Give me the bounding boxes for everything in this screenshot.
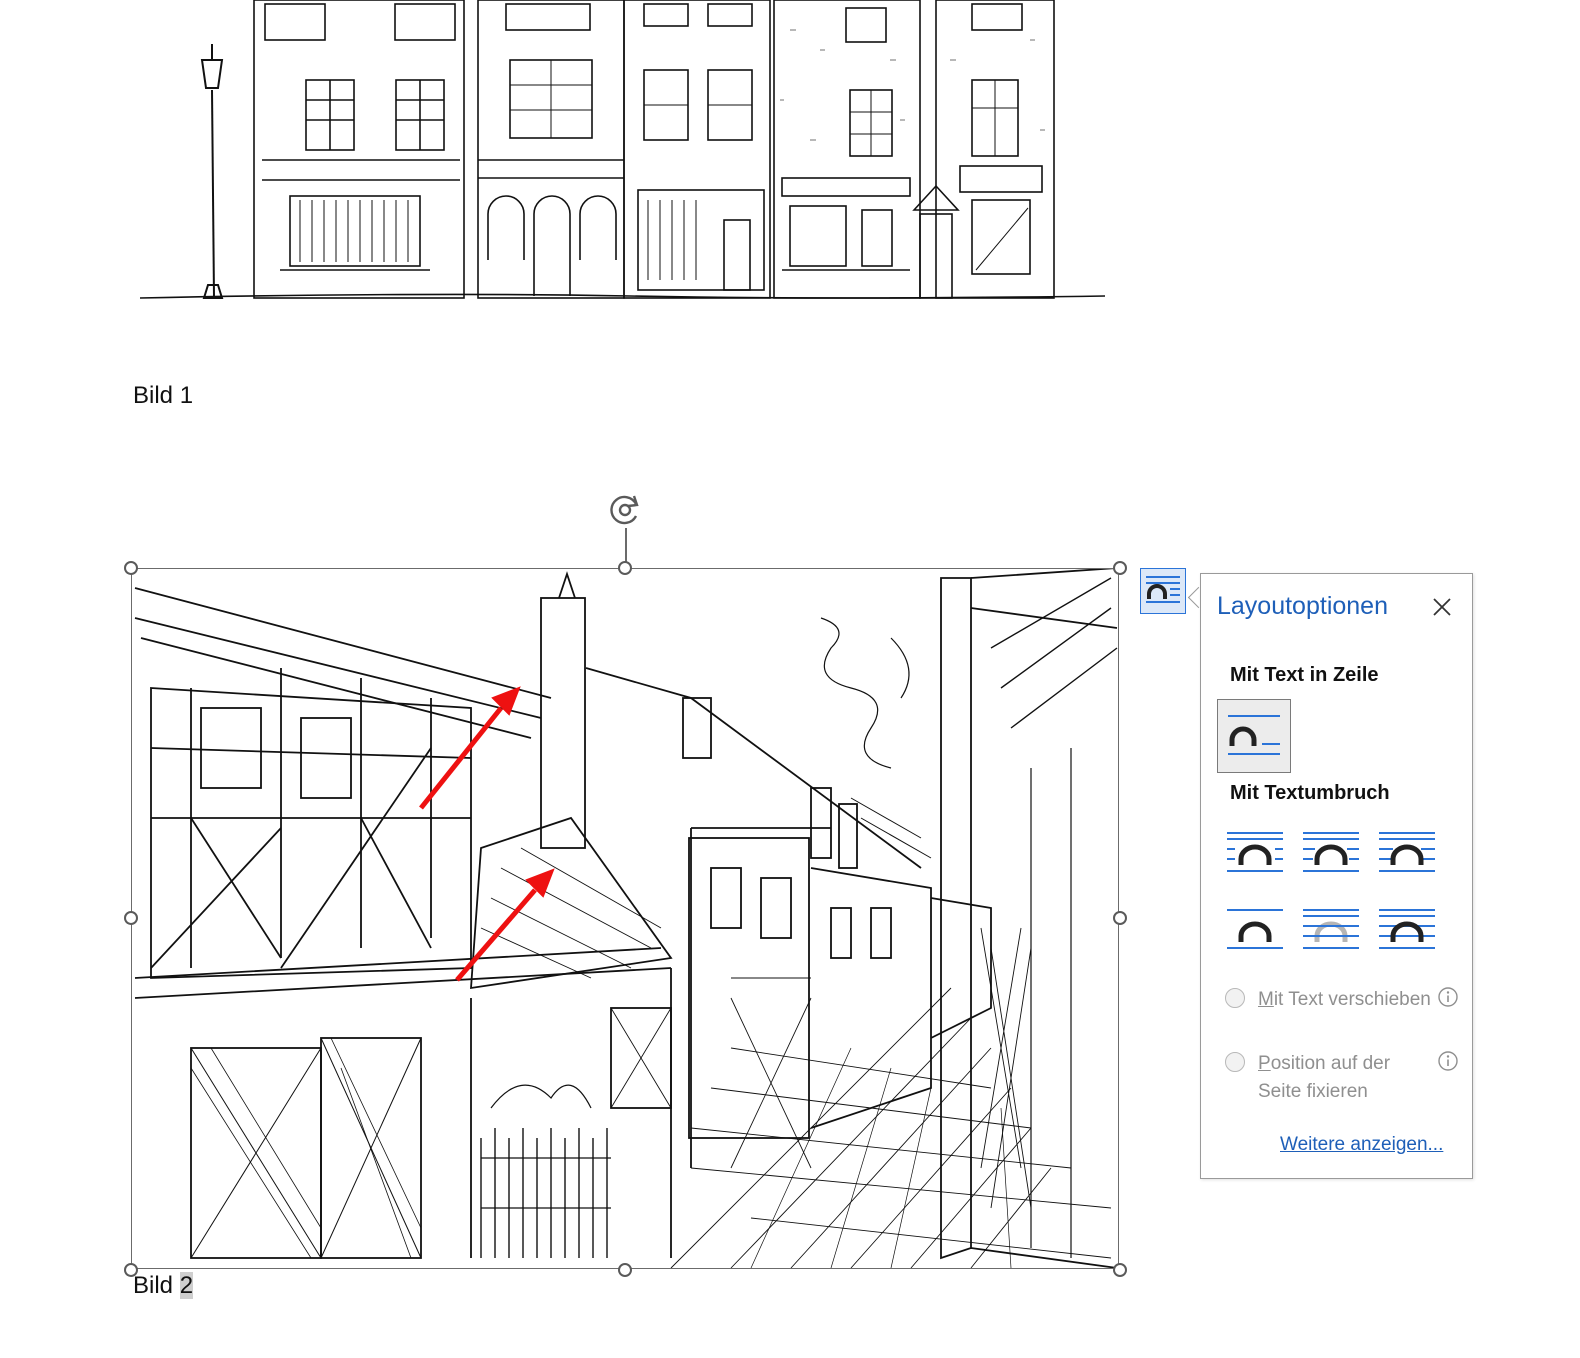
middle-roof-and-fence [470,816,673,1258]
caption-2[interactable]: Bild 2 [133,1272,194,1300]
wrap-option-in-front-of-text[interactable] [1377,906,1437,958]
layout-options-panel: Layoutoptionen Mit Text in Zeile Mit Tex… [1200,573,1473,1179]
wrap-option-behind-text[interactable] [1301,906,1361,958]
caption-2-number: 2 [179,1272,194,1299]
radio-move-with-text-circle[interactable] [1225,988,1245,1008]
resize-handle-left[interactable] [124,911,138,925]
building-2 [477,0,625,299]
radio-fix-position-label: Position auf der Seite fixieren [1258,1053,1391,1102]
resize-handle-top-left[interactable] [124,561,138,575]
close-icon[interactable] [1427,592,1457,622]
resize-handle-right[interactable] [1113,911,1127,925]
annotation-arrows [419,686,555,982]
layout-options-button[interactable] [1140,568,1186,614]
show-more-link[interactable]: Weitere anzeigen... [1280,1134,1443,1156]
section-wrap-title: Mit Textumbruch [1230,782,1390,804]
caption-2-prefix: Bild [133,1272,180,1299]
building-1 [253,0,465,299]
wrap-option-top-bottom[interactable] [1225,906,1285,958]
wrap-option-through[interactable] [1377,829,1437,881]
building-5 [912,0,1055,299]
rotate-handle-icon[interactable] [606,490,648,530]
right-wall [940,567,1118,1269]
wrap-option-square[interactable] [1225,829,1285,881]
resize-handle-bottom-right[interactable] [1113,1263,1127,1277]
radio-move-with-text-label: Mit Text verschieben [1258,989,1431,1010]
street-lamp [200,44,224,299]
sky-lines [820,617,910,769]
section-inline-title: Mit Text in Zeile [1230,664,1379,686]
lane-houses [585,667,992,1169]
picture-2-alley[interactable] [131,567,1121,1271]
layout-options-icon [1146,576,1180,603]
info-icon[interactable] [1437,986,1459,1008]
wrap-option-inline[interactable] [1217,699,1291,773]
caption-1-number: 1 [179,382,194,409]
resize-handle-top-right[interactable] [1113,561,1127,575]
radio-fix-position-circle[interactable] [1225,1052,1245,1072]
resize-handle-bottom[interactable] [618,1263,632,1277]
picture-1-street-facade[interactable] [130,0,1120,345]
caption-1-prefix: Bild [133,382,180,409]
resize-handle-top[interactable] [618,561,632,575]
cobblestone-lane [670,987,1112,1269]
caption-1[interactable]: Bild 1 [133,382,193,410]
building-3 [623,0,771,299]
chimney [540,571,586,849]
info-icon[interactable] [1437,1050,1459,1072]
wrap-option-tight[interactable] [1301,829,1361,881]
building-4 [773,0,921,299]
panel-title: Layoutoptionen [1217,592,1388,620]
